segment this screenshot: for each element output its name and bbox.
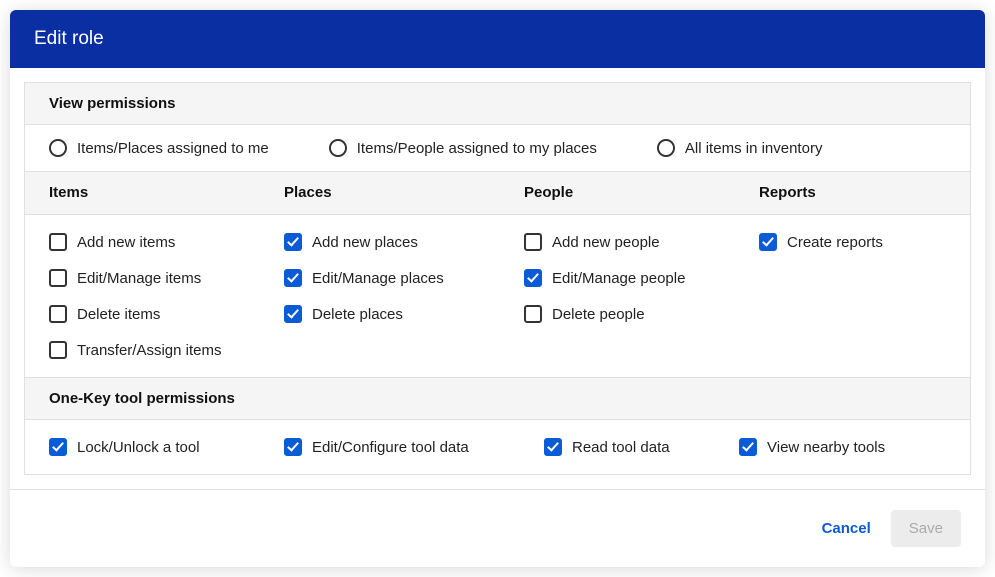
checkbox-label: View nearby tools bbox=[767, 439, 885, 456]
checkbox-edit-manage-places[interactable]: Edit/Manage places bbox=[284, 269, 476, 287]
checkbox-create-reports[interactable]: Create reports bbox=[759, 233, 946, 251]
places-permissions: Add new places Edit/Manage places Delete… bbox=[260, 215, 500, 377]
radio-icon bbox=[49, 139, 67, 157]
radio-label: Items/People assigned to my places bbox=[357, 140, 597, 157]
checkbox-label: Edit/Manage places bbox=[312, 270, 444, 287]
checkbox-icon bbox=[544, 438, 562, 456]
radio-icon bbox=[329, 139, 347, 157]
save-button[interactable]: Save bbox=[891, 510, 961, 547]
reports-permissions: Create reports bbox=[735, 215, 970, 377]
checkbox-label: Lock/Unlock a tool bbox=[77, 439, 200, 456]
checkbox-label: Delete places bbox=[312, 306, 403, 323]
radio-icon bbox=[657, 139, 675, 157]
checkbox-delete-items[interactable]: Delete items bbox=[49, 305, 236, 323]
checkbox-edit-configure-tool-data[interactable]: Edit/Configure tool data bbox=[284, 438, 544, 456]
checkbox-icon bbox=[49, 341, 67, 359]
checkbox-add-new-people[interactable]: Add new people bbox=[524, 233, 711, 251]
checkbox-label: Read tool data bbox=[572, 439, 670, 456]
column-header-places: Places bbox=[284, 184, 332, 201]
radio-items-places-assigned-to-me[interactable]: Items/Places assigned to me bbox=[49, 139, 269, 157]
checkbox-read-tool-data[interactable]: Read tool data bbox=[544, 438, 739, 456]
checkbox-label: Add new places bbox=[312, 234, 418, 251]
checkbox-edit-manage-people[interactable]: Edit/Manage people bbox=[524, 269, 711, 287]
column-header-items: Items bbox=[49, 184, 88, 201]
items-permissions: Add new items Edit/Manage items Delete i… bbox=[25, 215, 260, 377]
checkbox-icon bbox=[739, 438, 757, 456]
cancel-button[interactable]: Cancel bbox=[822, 520, 871, 537]
radio-label: All items in inventory bbox=[685, 140, 823, 157]
checkbox-add-new-items[interactable]: Add new items bbox=[49, 233, 236, 251]
checkbox-label: Transfer/Assign items bbox=[77, 342, 222, 359]
view-permissions-header: View permissions bbox=[25, 83, 970, 125]
edit-role-modal: Edit role View permissions Items/Places … bbox=[10, 10, 985, 567]
checkbox-icon bbox=[284, 233, 302, 251]
checkbox-icon bbox=[284, 269, 302, 287]
checkbox-label: Add new items bbox=[77, 234, 175, 251]
radio-items-people-assigned-to-my-places[interactable]: Items/People assigned to my places bbox=[329, 139, 597, 157]
checkbox-icon bbox=[284, 305, 302, 323]
checkbox-icon bbox=[49, 233, 67, 251]
checkbox-delete-places[interactable]: Delete places bbox=[284, 305, 476, 323]
tool-permissions-row: Lock/Unlock a tool Edit/Configure tool d… bbox=[25, 420, 970, 474]
modal-title: Edit role bbox=[10, 10, 985, 68]
radio-all-items-in-inventory[interactable]: All items in inventory bbox=[657, 139, 823, 157]
view-permissions-radio-row: Items/Places assigned to me Items/People… bbox=[25, 125, 970, 172]
checkbox-icon bbox=[524, 233, 542, 251]
checkbox-label: Add new people bbox=[552, 234, 660, 251]
checkbox-icon bbox=[49, 269, 67, 287]
checkbox-icon bbox=[49, 305, 67, 323]
checkbox-add-new-places[interactable]: Add new places bbox=[284, 233, 476, 251]
checkbox-edit-manage-items[interactable]: Edit/Manage items bbox=[49, 269, 236, 287]
column-header-reports: Reports bbox=[759, 184, 816, 201]
checkbox-icon bbox=[284, 438, 302, 456]
checkbox-icon bbox=[759, 233, 777, 251]
checkbox-label: Edit/Manage people bbox=[552, 270, 685, 287]
checkbox-lock-unlock-tool[interactable]: Lock/Unlock a tool bbox=[49, 438, 284, 456]
checkbox-icon bbox=[524, 305, 542, 323]
checkbox-label: Edit/Configure tool data bbox=[312, 439, 469, 456]
checkbox-icon bbox=[524, 269, 542, 287]
checkbox-icon bbox=[49, 438, 67, 456]
modal-body: View permissions Items/Places assigned t… bbox=[10, 68, 985, 489]
tool-permissions-header: One-Key tool permissions bbox=[25, 378, 970, 420]
permissions-section: View permissions Items/Places assigned t… bbox=[24, 82, 971, 475]
people-permissions: Add new people Edit/Manage people Delete… bbox=[500, 215, 735, 377]
radio-label: Items/Places assigned to me bbox=[77, 140, 269, 157]
checkbox-label: Delete items bbox=[77, 306, 160, 323]
checkbox-view-nearby-tools[interactable]: View nearby tools bbox=[739, 438, 946, 456]
permissions-columns-body: Add new items Edit/Manage items Delete i… bbox=[25, 215, 970, 378]
checkbox-delete-people[interactable]: Delete people bbox=[524, 305, 711, 323]
permissions-columns-header: Items Places People Reports bbox=[25, 172, 970, 215]
modal-footer: Cancel Save bbox=[10, 489, 985, 567]
checkbox-label: Create reports bbox=[787, 234, 883, 251]
checkbox-transfer-assign-items[interactable]: Transfer/Assign items bbox=[49, 341, 236, 359]
column-header-people: People bbox=[524, 184, 573, 201]
checkbox-label: Edit/Manage items bbox=[77, 270, 201, 287]
checkbox-label: Delete people bbox=[552, 306, 645, 323]
